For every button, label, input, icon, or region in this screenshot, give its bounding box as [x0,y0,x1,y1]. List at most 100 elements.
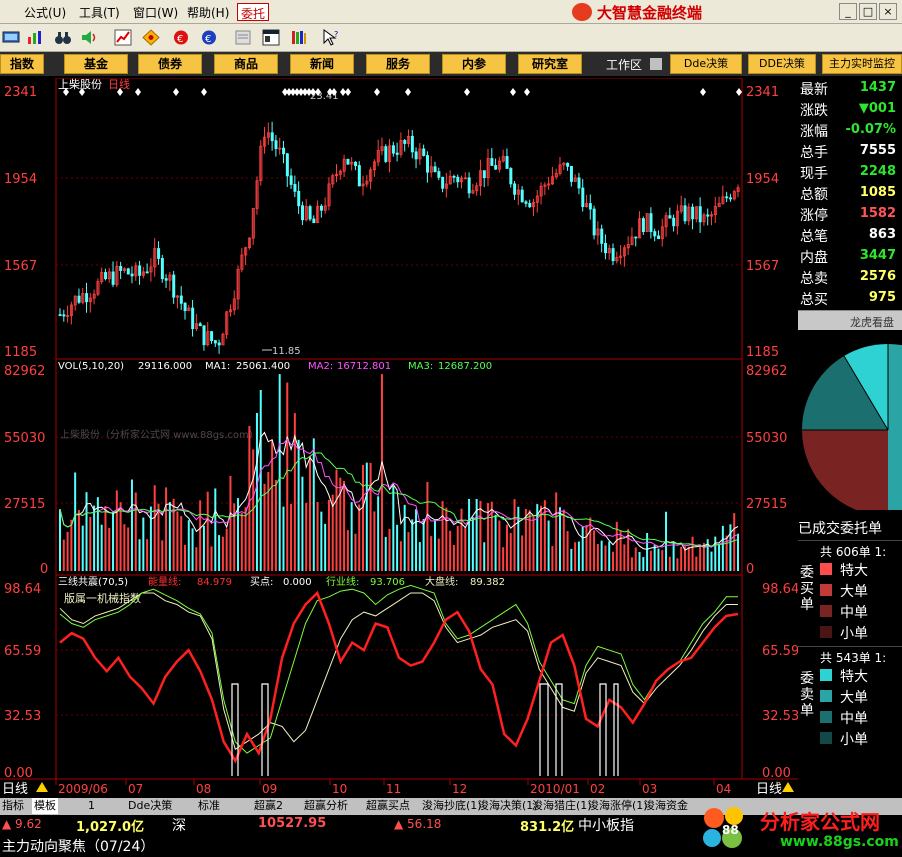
candle-body [213,340,217,344]
power-icon[interactable]: € [200,29,218,46]
dragon-panel-header[interactable]: 龙虎看盘 [798,310,902,330]
tab-2[interactable]: 1 [88,798,95,814]
volume-bar [441,501,444,571]
menu-formula[interactable]: 公式(U) [24,4,66,21]
candle-body [191,307,195,330]
volume-bar [737,533,739,571]
nav-fund-button[interactable]: 基金 [64,54,128,74]
volume-bar [221,536,224,571]
volume-bar [415,509,418,571]
quote-label: 总买 [800,292,828,308]
volume-bar [437,538,440,571]
candle-body [172,274,176,298]
price-tick: 1185 [4,345,37,360]
tab-9[interactable]: 浚海决策(1) [478,798,538,814]
quote-label: 最新 [800,82,828,98]
tab-8[interactable]: 浚海抄底(1) [422,798,482,814]
signal-marker [135,88,141,96]
period-arrow-right-icon[interactable] [782,782,794,792]
buy-orders: 委买单 共 606单 1: 特大 大单 中单 小单 [798,540,902,648]
nav-index-button[interactable]: 指数 [0,54,44,74]
nav-dde-decision-button[interactable]: Dde决策 [670,54,742,74]
volume-bar [316,502,319,571]
ind-title: 三线共震(70,5) [58,575,128,588]
nav-bond-button[interactable]: 债券 [138,54,202,74]
focus-text[interactable]: 主力动向聚焦（07/24） [2,836,154,856]
candle-body [217,342,221,346]
menu-help[interactable]: 帮助(H) [187,4,229,21]
candle-body [111,271,115,285]
signal-marker [345,88,351,96]
tab-10[interactable]: 浚海猎庄(1) [532,798,592,814]
volume-bar [308,455,311,571]
tab-6[interactable]: 超赢分析 [304,798,348,814]
quote-value: -0.07% [845,122,897,137]
tab-3[interactable]: Dde决策 [128,798,172,814]
candle-body [592,208,596,236]
quote-label: 涨幅 [800,124,828,140]
candle-body [384,146,388,162]
candle-body [270,132,274,142]
date-tick: 11 [386,782,401,796]
maximize-button[interactable]: □ [859,3,877,20]
tab-0[interactable]: 指标 [2,798,24,814]
date-tick: 02 [590,782,605,796]
quote-value: 2248 [859,164,896,179]
shield-icon[interactable]: € [172,29,190,46]
volume-bar [521,535,524,571]
price-tick-right: 1185 [746,345,779,360]
buy-orders-total: 共 606单 1: [820,545,887,559]
nav-research-button[interactable]: 研究室 [518,54,582,74]
nav-insider-button[interactable]: 内参 [442,54,506,74]
volume-bar [464,527,467,571]
volume-bar [460,508,463,571]
workarea-dropdown-icon[interactable] [650,58,662,70]
volume-bar [157,503,160,571]
candle-body [683,205,687,222]
tab-7[interactable]: 超赢买点 [366,798,410,814]
nav-dde-decision2-button[interactable]: DDE决策 [748,54,816,74]
binoculars-icon[interactable] [54,29,72,46]
sell-orders-label: 委卖单 [800,671,814,719]
monitor-icon[interactable] [2,29,20,46]
candle-body [85,293,89,303]
close-button[interactable]: × [879,3,897,20]
volume-bar [593,530,596,571]
nav-service-button[interactable]: 服务 [366,54,430,74]
document-icon[interactable] [234,29,252,46]
volume-bar [335,469,338,571]
candle-body [282,147,286,155]
legend-swatch [820,732,832,744]
nav-commodity-button[interactable]: 商品 [214,54,278,74]
tab-5[interactable]: 超赢2 [254,798,283,814]
tab-4[interactable]: 标准 [198,798,220,814]
menu-tools[interactable]: 工具(T) [79,4,120,21]
nav-news-button[interactable]: 新闻 [290,54,354,74]
volume-bar [380,374,383,571]
bar-chart-icon[interactable] [26,29,44,46]
volume-bar [149,506,152,571]
date-tick: 07 [128,782,143,796]
tab-12[interactable]: 浚海资金 [644,798,688,814]
menu-trade[interactable]: 委托 [237,3,270,21]
chart-area[interactable]: 上柴股份 日线 2341 1954 1567 1185 2341 1954 15… [0,78,798,798]
ind-sublabel: 版属一机械指数 [64,591,141,605]
quote-label: 涨停 [800,208,828,224]
diamond-icon[interactable] [142,29,160,46]
volume-bar [433,520,436,571]
books-icon[interactable] [290,29,308,46]
vol-tick-right: 82962 [746,364,787,379]
nav-main-monitor-button[interactable]: 主力实时监控 [822,54,902,74]
tab-1[interactable]: 模板 [32,798,58,814]
minimize-button[interactable]: _ [839,3,857,20]
tab-11[interactable]: 浚海涨停(1) [588,798,648,814]
speaker-icon[interactable] [80,29,98,46]
stock-chart-icon[interactable] [114,29,132,46]
volume-bar [388,528,391,571]
window-layout-icon[interactable] [262,29,280,46]
pointer-help-icon[interactable]: ? [322,29,340,46]
period-arrow-icon[interactable] [36,782,48,792]
volume-bar [399,541,402,571]
indicator-panel [55,574,743,780]
menu-window[interactable]: 窗口(W) [133,4,178,21]
